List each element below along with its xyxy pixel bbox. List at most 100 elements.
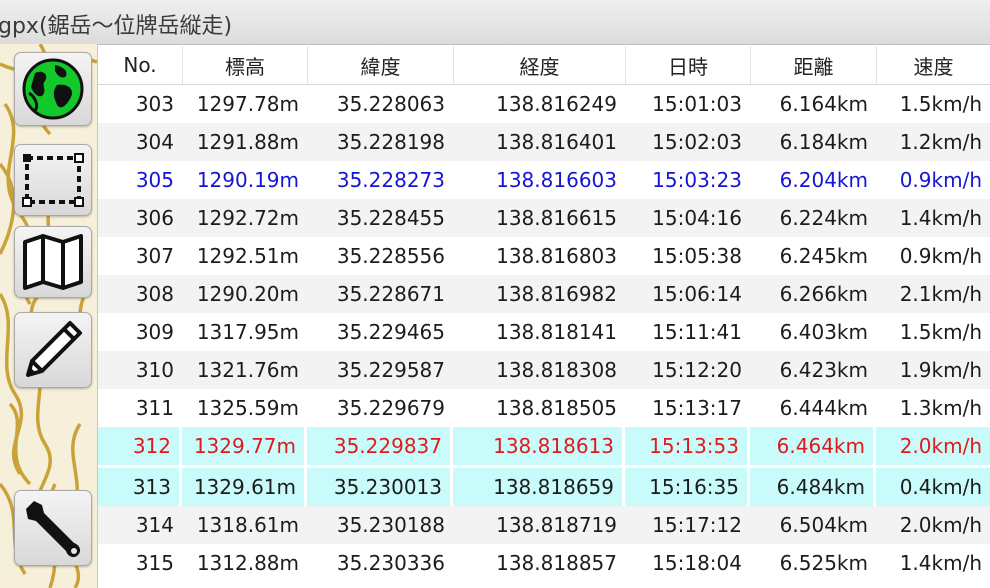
cell-no: 303 [135, 92, 174, 116]
edit-button[interactable] [14, 312, 92, 388]
cell-speed: 0.9km/h [899, 244, 982, 268]
select-area-button[interactable] [14, 144, 92, 216]
table-header: No. 標高 緯度 経度 日時 距離 速度 [98, 46, 990, 85]
cell-distance: 6.245km [779, 244, 868, 268]
cell-no: 311 [135, 396, 174, 420]
cell-latitude: 35.229465 [336, 320, 445, 344]
column-header-distance[interactable]: 距離 [750, 46, 876, 85]
cell-time: 15:03:23 [625, 161, 750, 199]
cell-no: 307 [135, 244, 174, 268]
pencil-icon [26, 321, 82, 377]
cell-latitude: 35.228063 [336, 92, 445, 116]
cell-latitude: 35.230336 [336, 551, 445, 575]
column-header-latitude[interactable]: 緯度 [307, 46, 453, 85]
cell-no: 308 [98, 275, 182, 313]
cell-no: 309 [135, 320, 174, 344]
cell-no: 306 [98, 199, 182, 237]
cell-latitude: 35.229679 [336, 396, 445, 420]
cell-speed: 1.4km/h [876, 199, 990, 237]
cell-distance: 6.224km [750, 199, 876, 237]
table-row[interactable]: 306 1292.72m 35.228455 138.816615 15:04:16 6.… [98, 199, 990, 237]
cell-speed: 1.5km/h [899, 320, 982, 344]
cell-longitude: 138.818505 [496, 396, 617, 420]
cell-speed: 1.3km/h [899, 396, 982, 420]
cell-elevation: 1290.20m [182, 275, 307, 313]
cell-elevation: 1318.61m [182, 506, 307, 544]
cell-time: 15:17:12 [625, 506, 750, 544]
cell-elevation: 1329.77m [182, 427, 307, 465]
cell-longitude: 138.818659 [453, 465, 625, 506]
cell-elevation: 1292.51m [196, 244, 299, 268]
table-row[interactable]: 313 1329.61m 35.230013 138.818659 15:16:35 6.… [98, 465, 990, 506]
cell-latitude: 35.230013 [307, 465, 453, 506]
cell-longitude: 138.818719 [453, 506, 625, 544]
cell-time: 15:18:04 [652, 551, 742, 575]
table-row[interactable]: 303 1297.78m 35.228063 138.816249 15:01:03 6.… [98, 85, 990, 123]
table-row[interactable]: 309 1317.95m 35.229465 138.818141 15:11:41 6.… [98, 313, 990, 351]
window-title: gpx(鋸岳〜位牌岳縦走) [0, 14, 233, 39]
cell-longitude: 138.818613 [453, 427, 625, 465]
table-row[interactable]: 304 1291.88m 35.228198 138.816401 15:02:03 6.… [98, 123, 990, 161]
table-row[interactable]: 308 1290.20m 35.228671 138.816982 15:06:14 6.… [98, 275, 990, 313]
cell-elevation: 1291.88m [182, 123, 307, 161]
table-row[interactable]: 307 1292.51m 35.228556 138.816803 15:05:38 6.… [98, 237, 990, 275]
cell-distance: 6.204km [750, 161, 876, 199]
cell-no: 313 [98, 465, 182, 506]
cell-distance: 6.423km [750, 351, 876, 389]
column-header-time[interactable]: 日時 [625, 46, 750, 85]
column-header-longitude[interactable]: 経度 [453, 46, 625, 85]
cell-distance: 6.164km [779, 92, 868, 116]
cell-time: 15:12:20 [625, 351, 750, 389]
cell-latitude: 35.228455 [307, 199, 453, 237]
table-row[interactable]: 311 1325.59m 35.229679 138.818505 15:13:17 6.… [98, 389, 990, 427]
cell-longitude: 138.818141 [496, 320, 617, 344]
table-row[interactable]: 314 1318.61m 35.230188 138.818719 15:17:12 6.… [98, 506, 990, 544]
globe-button[interactable] [14, 52, 92, 126]
cell-longitude: 138.816603 [453, 161, 625, 199]
column-header-speed[interactable]: 速度 [876, 46, 990, 85]
cell-longitude: 138.816615 [453, 199, 625, 237]
cell-elevation: 1290.19m [182, 161, 307, 199]
cell-speed: 1.5km/h [899, 92, 982, 116]
cell-time: 15:02:03 [625, 123, 750, 161]
trackpoint-table[interactable]: No. 標高 緯度 経度 日時 距離 速度 303 1297.78m 35.228063 138.… [98, 46, 990, 582]
cell-longitude: 138.818308 [453, 351, 625, 389]
cell-elevation: 1317.95m [196, 320, 299, 344]
globe-icon [22, 58, 84, 120]
table-row[interactable]: 315 1312.88m 35.230336 138.818857 15:18:04 6.… [98, 544, 990, 582]
cell-no: 310 [98, 351, 182, 389]
cell-speed: 2.1km/h [876, 275, 990, 313]
cell-distance: 6.266km [750, 275, 876, 313]
cell-latitude: 35.228198 [307, 123, 453, 161]
cell-distance: 6.403km [779, 320, 868, 344]
table-row[interactable]: 312 1329.77m 35.229837 138.818613 15:13:53 6.… [98, 427, 990, 465]
table-row[interactable]: 310 1321.76m 35.229587 138.818308 15:12:20 6.… [98, 351, 990, 389]
table-row[interactable]: 305 1290.19m 35.228273 138.816603 15:03:23 6.… [98, 161, 990, 199]
cell-longitude: 138.816982 [453, 275, 625, 313]
cell-longitude: 138.816803 [496, 244, 617, 268]
cell-time: 15:11:41 [652, 320, 742, 344]
cell-distance: 6.484km [750, 465, 876, 506]
cell-latitude: 35.229837 [307, 427, 453, 465]
cell-latitude: 35.228556 [336, 244, 445, 268]
cell-time: 15:06:14 [625, 275, 750, 313]
cell-elevation: 1325.59m [196, 396, 299, 420]
cell-time: 15:13:53 [625, 427, 750, 465]
cell-distance: 6.464km [750, 427, 876, 465]
cell-elevation: 1297.78m [196, 92, 299, 116]
column-header-no[interactable]: No. [98, 46, 182, 85]
cell-speed: 2.0km/h [876, 506, 990, 544]
cell-elevation: 1329.61m [182, 465, 307, 506]
cell-distance: 6.184km [750, 123, 876, 161]
cell-no: 312 [98, 427, 182, 465]
cell-speed: 1.4km/h [899, 551, 982, 575]
cell-latitude: 35.228273 [307, 161, 453, 199]
table-body: 303 1297.78m 35.228063 138.816249 15:01:03 6.… [98, 85, 990, 582]
cell-no: 314 [98, 506, 182, 544]
cell-no: 315 [135, 551, 174, 575]
toolbar-sidebar [0, 44, 98, 588]
column-header-elevation[interactable]: 標高 [182, 46, 307, 85]
map-button[interactable] [14, 226, 92, 298]
cell-time: 15:16:35 [625, 465, 750, 506]
settings-button[interactable] [14, 490, 92, 566]
